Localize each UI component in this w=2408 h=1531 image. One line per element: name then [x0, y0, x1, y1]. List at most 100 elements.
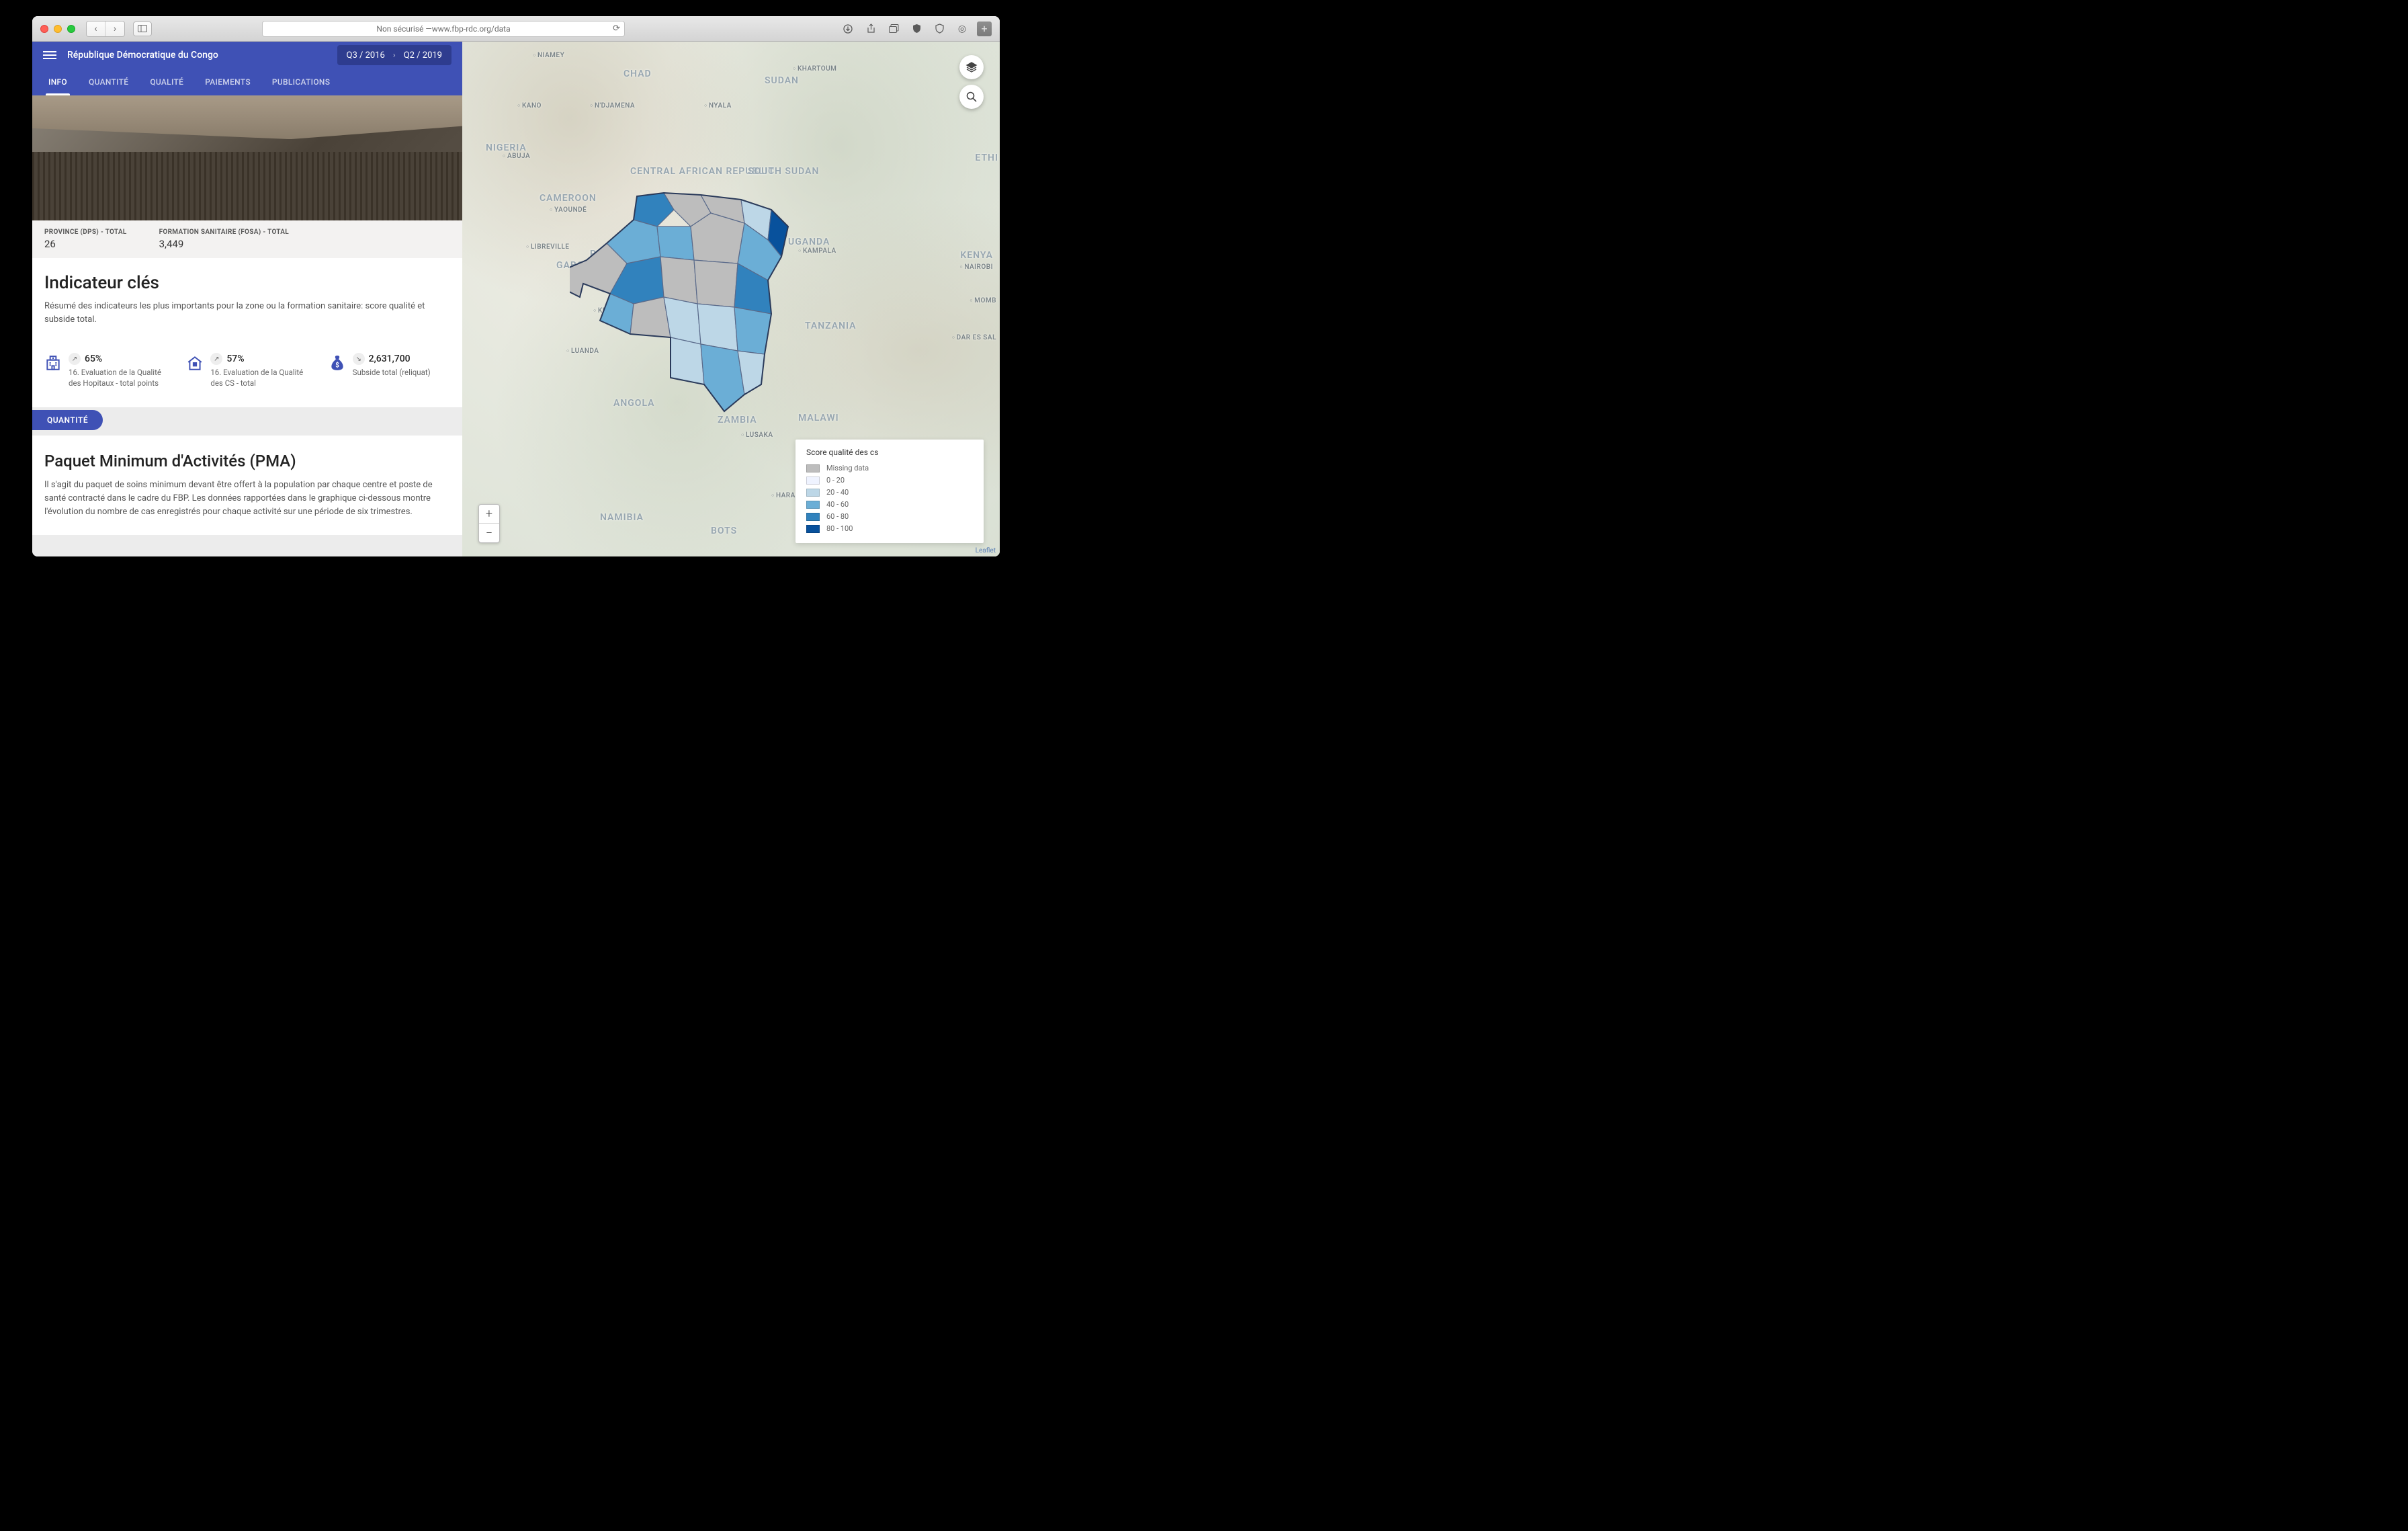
tab-paiements[interactable]: PAIEMENTS: [194, 69, 261, 95]
pma-title: Paquet Minimum d'Activités (PMA): [44, 452, 450, 470]
zoom-control: + −: [478, 504, 500, 543]
tab-qualite[interactable]: QUALITÉ: [139, 69, 194, 95]
date-from: Q3 / 2016: [347, 50, 385, 60]
tab-publications[interactable]: PUBLICATIONS: [261, 69, 341, 95]
legend-swatch: [806, 464, 820, 472]
trend-up-icon: ↗: [69, 353, 81, 365]
legend-label: 80 - 100: [826, 524, 853, 533]
new-tab-button[interactable]: +: [977, 22, 992, 36]
map-label-kenya: KENYA: [960, 250, 993, 261]
pma-description: Il s'agit du paquet de soins minimum dev…: [44, 479, 450, 519]
map-label-nairobi: NAIROBI: [959, 263, 993, 271]
legend-row: Missing data: [806, 464, 973, 472]
section-chip-quantite: QUANTITÉ: [32, 410, 103, 430]
map-label-khartoum: KHARTOUM: [793, 65, 836, 73]
sound-icon[interactable]: ◎: [954, 22, 970, 36]
legend-title: Score qualité des cs: [806, 448, 973, 457]
minimize-window-button[interactable]: [54, 25, 62, 33]
legend-row: 40 - 60: [806, 500, 973, 509]
tab-info[interactable]: INFO: [38, 69, 78, 95]
money-bag-icon: $: [329, 354, 346, 372]
legend-swatch: [806, 489, 820, 497]
map-label-namibia: NAMIBIA: [600, 512, 644, 523]
address-bar[interactable]: Non sécurisé — www.fbp-rdc.org/data ⟳: [262, 21, 625, 37]
kpi-subsidy-value: 2,631,700: [369, 354, 411, 364]
map-label-mombasa: MOMB: [970, 297, 996, 304]
map-label-dar: DAR ES SAL: [952, 334, 996, 341]
map-pane[interactable]: CHAD SUDAN KHARTOUM NIAMEY KANO N'DJAMEN…: [462, 42, 1000, 556]
map-label-sudan: SUDAN: [765, 75, 799, 86]
pma-section: Paquet Minimum d'Activités (PMA) Il s'ag…: [32, 436, 462, 535]
kpi-cs-label: 16. Evaluation de la Qualité des CS - to…: [210, 368, 308, 388]
map-label-abuja: ABUJA: [503, 153, 530, 160]
privacy-shield-icon[interactable]: [931, 22, 947, 36]
map-label-kano: KANO: [517, 102, 542, 110]
legend-row: 80 - 100: [806, 524, 973, 533]
legend-swatch: [806, 477, 820, 485]
legend-swatch: [806, 513, 820, 521]
shield-icon[interactable]: [908, 22, 924, 36]
legend-row: 0 - 20: [806, 476, 973, 485]
map-legend: Score qualité des cs Missing data 0 - 20 2…: [796, 440, 984, 543]
tabs-icon[interactable]: [886, 22, 902, 36]
share-icon[interactable]: [863, 22, 879, 36]
legend-label: 20 - 40: [826, 488, 849, 497]
tab-quantite[interactable]: QUANTITÉ: [78, 69, 139, 95]
forward-button[interactable]: ›: [105, 22, 124, 36]
maximize-window-button[interactable]: [67, 25, 75, 33]
leaflet-attribution[interactable]: Leaflet: [976, 547, 996, 554]
map-label-bots: BOTS: [711, 526, 737, 536]
map-label-libreville: LIBREVILLE: [526, 243, 569, 251]
toolbar-right: ◎ +: [840, 22, 992, 36]
indicator-section: Indicateur clés Résumé des indicateurs l…: [32, 258, 462, 341]
zoom-out-button[interactable]: −: [479, 524, 499, 542]
stat-province-label: PROVINCE (DPS) - TOTAL: [44, 229, 127, 236]
legend-swatch: [806, 525, 820, 533]
stat-fosa-value: 3,449: [159, 238, 289, 250]
kpi-subsidy: $ ↘ 2,631,700 Subside total (reliquat): [329, 353, 450, 388]
map-label-nyala: NYALA: [704, 102, 732, 110]
traffic-lights: [40, 25, 75, 33]
close-window-button[interactable]: [40, 25, 48, 33]
nav-buttons: ‹ ›: [86, 21, 125, 37]
trend-down-icon: ↘: [353, 353, 365, 365]
kpi-cs-value: 57%: [226, 354, 244, 364]
indicator-title: Indicateur clés: [44, 273, 450, 293]
svg-text:$: $: [335, 362, 339, 370]
hospital-icon: [44, 354, 62, 372]
browser-window: ‹ › Non sécurisé — www.fbp-rdc.org/data …: [32, 16, 1000, 556]
map-label-lusaka: LUSAKA: [741, 431, 773, 439]
kpi-hospital-value: 65%: [85, 354, 102, 364]
map-label-nigeria: NIGERIA: [486, 142, 527, 153]
layers-button[interactable]: [959, 55, 984, 79]
sidebar-toggle-button[interactable]: [133, 22, 152, 36]
menu-icon[interactable]: [43, 51, 56, 59]
date-range-selector[interactable]: Q3 / 2016 › Q2 / 2019: [337, 45, 452, 65]
legend-label: 40 - 60: [826, 500, 849, 509]
zoom-in-button[interactable]: +: [479, 505, 499, 524]
legend-row: 60 - 80: [806, 512, 973, 521]
kpi-hospital-quality: ↗ 65% 16. Evaluation de la Qualité des H…: [44, 353, 166, 388]
app-header: République Démocratique du Congo Q3 / 20…: [32, 42, 462, 69]
legend-label: 0 - 20: [826, 476, 845, 485]
downloads-icon[interactable]: [840, 22, 856, 36]
address-bar-prefix: Non sécurisé —: [376, 24, 431, 34]
map-label-niamey: NIAMEY: [533, 52, 564, 59]
kpi-cs-quality: ↗ 57% 16. Evaluation de la Qualité des C…: [186, 353, 308, 388]
kpi-hospital-label: 16. Evaluation de la Qualité des Hopitau…: [69, 368, 166, 388]
map-label-ndjamena: N'DJAMENA: [590, 102, 635, 110]
map-choropleth[interactable]: [570, 163, 818, 418]
chevron-right-icon: ›: [393, 50, 396, 60]
app-content: République Démocratique du Congo Q3 / 20…: [32, 42, 1000, 556]
legend-label: 60 - 80: [826, 512, 849, 521]
health-center-icon: [186, 354, 204, 372]
kpi-subsidy-label: Subside total (reliquat): [353, 368, 431, 378]
indicator-description: Résumé des indicateurs les plus importan…: [44, 300, 450, 326]
back-button[interactable]: ‹: [87, 22, 105, 36]
page-title: République Démocratique du Congo: [67, 50, 218, 60]
section-chip-row: QUANTITÉ: [32, 407, 462, 436]
map-search-button[interactable]: [959, 85, 984, 109]
reload-icon[interactable]: ⟳: [613, 24, 620, 34]
legend-row: 20 - 40: [806, 488, 973, 497]
map-label-ethiopia: ETHI: [975, 153, 998, 163]
